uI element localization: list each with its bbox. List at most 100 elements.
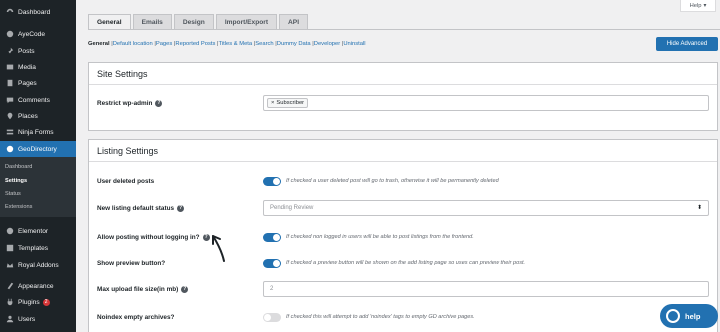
submenu-status[interactable]: Status [5,191,21,197]
noindex-row: Noindex empty archives? If checked this … [97,310,711,324]
sidebar-item-elementor[interactable]: Elementor [0,223,76,239]
sidebar-item-label: Posts [18,47,35,55]
sidebar-item-media[interactable]: Media [0,59,76,75]
sidebar-item-posts[interactable]: Posts [0,43,76,59]
sidebar-item-label: GeoDirectory [18,145,57,153]
plugins-update-badge: 2 [42,298,50,306]
subnav-titles-meta[interactable]: Titles & Meta [219,41,253,47]
tab-general[interactable]: General [88,14,131,29]
sidebar-item-appearance[interactable]: Appearance [0,278,76,294]
max-upload-input[interactable]: 2 [263,281,709,297]
allow-posting-label-text: Allow posting without logging in? [97,233,200,241]
sidebar-item-label: Ninja Forms [18,128,54,136]
sidebar-item-label: Users [18,315,36,323]
subnav-dummy-data[interactable]: Dummy Data [277,41,311,47]
help-chat-button[interactable]: help [660,304,718,328]
restrict-wp-admin-label: Restrict wp-admin ? [97,99,163,107]
site-settings-panel: Site Settings Restrict wp-admin ? × Subs… [88,62,718,131]
sidebar-item-users[interactable]: Users [0,311,76,327]
allow-posting-toggle[interactable] [263,232,281,242]
sidebar-item-comments[interactable]: Comments [0,92,76,108]
submenu-dashboard[interactable]: Dashboard [5,164,32,170]
tab-emails[interactable]: Emails [132,14,172,29]
geodirectory-icon [5,145,14,154]
subnav-developer[interactable]: Developer [314,41,340,47]
subscriber-tag: × Subscriber [267,98,309,108]
help-tip-icon[interactable]: ? [177,204,185,212]
users-icon [5,315,14,324]
subnav-uninstall[interactable]: Uninstall [343,41,365,47]
hide-advanced-button[interactable]: Hide Advanced [656,37,718,51]
subscriber-tag-label: Subscriber [276,100,305,106]
noindex-desc: If checked this will attempt to add 'noi… [286,314,475,320]
default-status-select[interactable]: Pending Review ⬍ [263,200,709,216]
sidebar-item-geodirectory[interactable]: GeoDirectory [0,141,76,157]
annotation-arrow-icon [212,235,225,262]
comments-icon [5,96,14,105]
show-preview-toggle[interactable] [263,258,281,268]
dashboard-icon [5,8,14,17]
sidebar-item-ayecode[interactable]: AyeCode [0,26,76,42]
sidebar-item-plugins[interactable]: Plugins 2 [0,294,76,310]
sidebar-item-places[interactable]: Places [0,108,76,124]
help-tip-icon[interactable]: ? [155,99,163,107]
tab-divider [88,29,720,30]
help-chat-label: help [685,311,701,321]
default-status-label-text: New listing default status [97,204,175,212]
settings-tabs: General Emails Design Import/Export API [88,14,309,29]
default-status-value: Pending Review [270,205,314,211]
submenu-extensions[interactable]: Extensions [5,204,32,210]
lifebuoy-icon [666,309,680,323]
user-deleted-posts-desc: If checked a user deleted post will go t… [286,178,499,184]
restrict-wp-admin-select[interactable]: × Subscriber [263,95,709,111]
plugins-icon [5,298,14,307]
sidebar-item-label: Royal Addons [18,261,59,269]
sidebar-item-royal-addons[interactable]: Royal Addons [0,257,76,273]
pages-icon [5,79,14,88]
user-deleted-posts-toggle[interactable] [263,176,281,186]
noindex-label: Noindex empty archives? [97,313,175,321]
subnav-general[interactable]: General [88,41,110,47]
sidebar-item-label: Appearance [18,282,54,290]
subnav-default-location[interactable]: Default location [113,41,153,47]
user-deleted-posts-row: User deleted posts If checked a user del… [97,174,711,188]
subnav-reported-posts[interactable]: Reported Posts [175,41,215,47]
tab-api[interactable]: API [279,14,309,29]
sidebar-item-label: Places [18,112,38,120]
remove-tag-icon[interactable]: × [271,100,274,106]
sidebar-item-ninja-forms[interactable]: Ninja Forms [0,124,76,140]
allow-posting-desc: If checked non logged in users will be a… [286,234,474,240]
max-upload-label-text: Max upload file size(in mb) [97,285,179,293]
default-status-label: New listing default status ? [97,204,185,212]
subnav-pages[interactable]: Pages [156,41,172,47]
sidebar-item-label: Comments [18,96,50,104]
sidebar-item-label: Elementor [18,227,49,235]
help-button[interactable]: Help ▾ [680,0,716,12]
help-tip-icon[interactable]: ? [181,285,189,293]
noindex-toggle[interactable] [263,312,281,322]
sidebar-item-label: Media [18,63,36,71]
subnav-search[interactable]: Search [255,41,273,47]
tab-import-export[interactable]: Import/Export [215,14,278,29]
sidebar-item-dashboard[interactable]: Dashboard [0,4,76,20]
default-status-row: New listing default status ? Pending Rev… [97,200,711,216]
max-upload-label: Max upload file size(in mb) ? [97,285,189,293]
sidebar-item-templates[interactable]: Templates [0,240,76,256]
ninja-forms-icon [5,128,14,137]
help-tip-icon[interactable]: ? [202,233,210,241]
max-upload-value: 2 [270,286,274,292]
show-preview-label: Show preview button? [97,259,166,267]
sidebar-item-label: Plugins [18,298,40,306]
sidebar-item-pages[interactable]: Pages [0,75,76,91]
submenu-settings[interactable]: Settings [5,178,27,184]
pin-icon [5,47,14,56]
admin-sidebar: Dashboard AyeCode Posts Media Pages Comm… [0,0,76,332]
listing-settings-panel: Listing Settings User deleted posts If c… [88,139,718,332]
sidebar-item-label: Templates [18,244,49,252]
max-upload-row: Max upload file size(in mb) ? 2 [97,281,711,297]
tab-design[interactable]: Design [173,14,214,29]
royal-addons-icon [5,261,14,270]
places-icon [5,112,14,121]
sidebar-item-label: AyeCode [18,30,46,38]
restrict-wp-admin-field[interactable]: × Subscriber [263,95,709,111]
